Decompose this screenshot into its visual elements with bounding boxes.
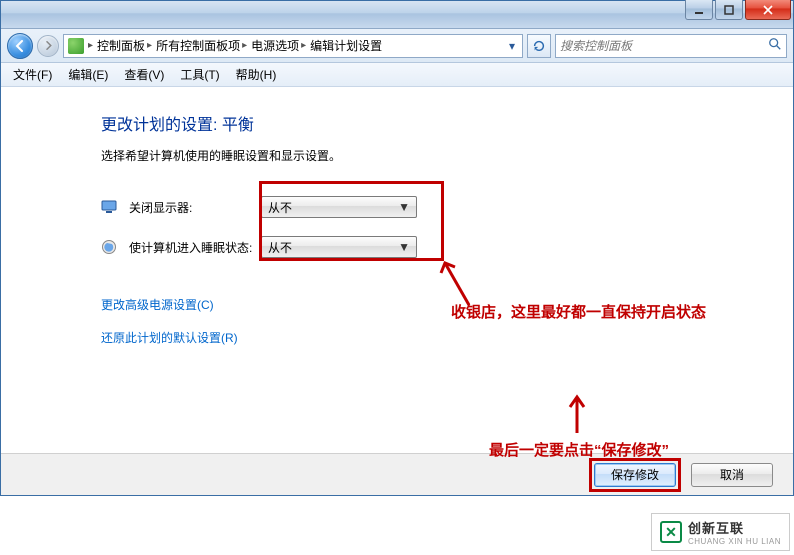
address-dropdown-button[interactable]: ▾	[504, 36, 520, 56]
annotation-text-1: 收银店，这里最好都一直保持开启状态	[451, 301, 706, 322]
titlebar	[1, 1, 793, 29]
control-panel-icon	[68, 38, 84, 54]
setting-sleep-row: 使计算机进入睡眠状态: 从不 ▼	[101, 234, 793, 260]
page-heading: 更改计划的设置: 平衡	[101, 111, 793, 135]
nav-forward-button[interactable]	[37, 35, 59, 57]
annotation-highlight-save: 保存修改	[589, 458, 681, 492]
annotation-text-2: 最后一定要点击“保存修改”	[489, 439, 669, 460]
menu-edit[interactable]: 编辑(E)	[60, 63, 116, 86]
watermark: ✕ 创新互联 CHUANG XIN HU LIAN	[651, 513, 790, 551]
setting-sleep-value: 从不	[268, 239, 292, 256]
watermark-text: 创新互联 CHUANG XIN HU LIAN	[688, 518, 781, 546]
setting-display-combo[interactable]: 从不 ▼	[261, 196, 417, 218]
breadcrumb-item-3[interactable]: 编辑计划设置	[310, 37, 382, 54]
search-icon[interactable]	[768, 37, 782, 54]
save-button[interactable]: 保存修改	[594, 463, 676, 487]
breadcrumb-item-0[interactable]: 控制面板 ▸	[97, 37, 152, 54]
menu-file[interactable]: 文件(F)	[5, 63, 60, 86]
setting-display-label: 关闭显示器:	[129, 199, 249, 216]
setting-sleep-label: 使计算机进入睡眠状态:	[129, 239, 261, 256]
nav-back-button[interactable]	[7, 33, 33, 59]
window-buttons	[685, 0, 791, 20]
search-placeholder: 搜索控制面板	[560, 37, 632, 54]
close-button[interactable]	[745, 0, 791, 20]
maximize-icon	[724, 5, 734, 15]
nav-bar: ▸ 控制面板 ▸ 所有控制面板项 ▸ 电源选项 ▸ 编辑计划设置 ▾ 搜索控制面…	[1, 29, 793, 63]
close-icon	[763, 5, 773, 15]
breadcrumb-item-2[interactable]: 电源选项 ▸	[251, 37, 306, 54]
menu-bar: 文件(F) 编辑(E) 查看(V) 工具(T) 帮助(H)	[1, 63, 793, 87]
maximize-button[interactable]	[715, 0, 743, 20]
breadcrumb-item-1[interactable]: 所有控制面板项 ▸	[156, 37, 247, 54]
minimize-icon	[694, 5, 704, 15]
explorer-window: ▸ 控制面板 ▸ 所有控制面板项 ▸ 电源选项 ▸ 编辑计划设置 ▾ 搜索控制面…	[0, 0, 794, 496]
menu-help[interactable]: 帮助(H)	[228, 63, 285, 86]
search-input[interactable]: 搜索控制面板	[555, 34, 787, 58]
page-subtext: 选择希望计算机使用的睡眠设置和显示设置。	[101, 147, 793, 164]
link-restore-defaults[interactable]: 还原此计划的默认设置(R)	[101, 329, 793, 346]
chevron-down-icon: ▼	[398, 240, 410, 254]
watermark-logo-icon: ✕	[660, 521, 682, 543]
breadcrumb-sep[interactable]: ▸	[88, 40, 93, 51]
setting-sleep-combo[interactable]: 从不 ▼	[261, 236, 417, 258]
display-icon	[101, 199, 117, 215]
setting-display-value: 从不	[268, 199, 292, 216]
sleep-icon	[101, 239, 117, 255]
button-bar: 保存修改 取消	[1, 453, 793, 495]
arrow-right-icon	[44, 41, 53, 50]
content-area: 更改计划的设置: 平衡 选择希望计算机使用的睡眠设置和显示设置。 关闭显示器: …	[1, 89, 793, 453]
arrow-left-icon	[14, 40, 26, 52]
setting-display-row: 关闭显示器: 从不 ▼	[101, 194, 793, 220]
menu-view[interactable]: 查看(V)	[116, 63, 172, 86]
chevron-down-icon: ▼	[398, 200, 410, 214]
refresh-button[interactable]	[527, 34, 551, 58]
minimize-button[interactable]	[685, 0, 713, 20]
refresh-icon	[532, 39, 546, 53]
menu-tools[interactable]: 工具(T)	[172, 63, 227, 86]
cancel-button[interactable]: 取消	[691, 463, 773, 487]
address-bar[interactable]: ▸ 控制面板 ▸ 所有控制面板项 ▸ 电源选项 ▸ 编辑计划设置 ▾	[63, 34, 523, 58]
